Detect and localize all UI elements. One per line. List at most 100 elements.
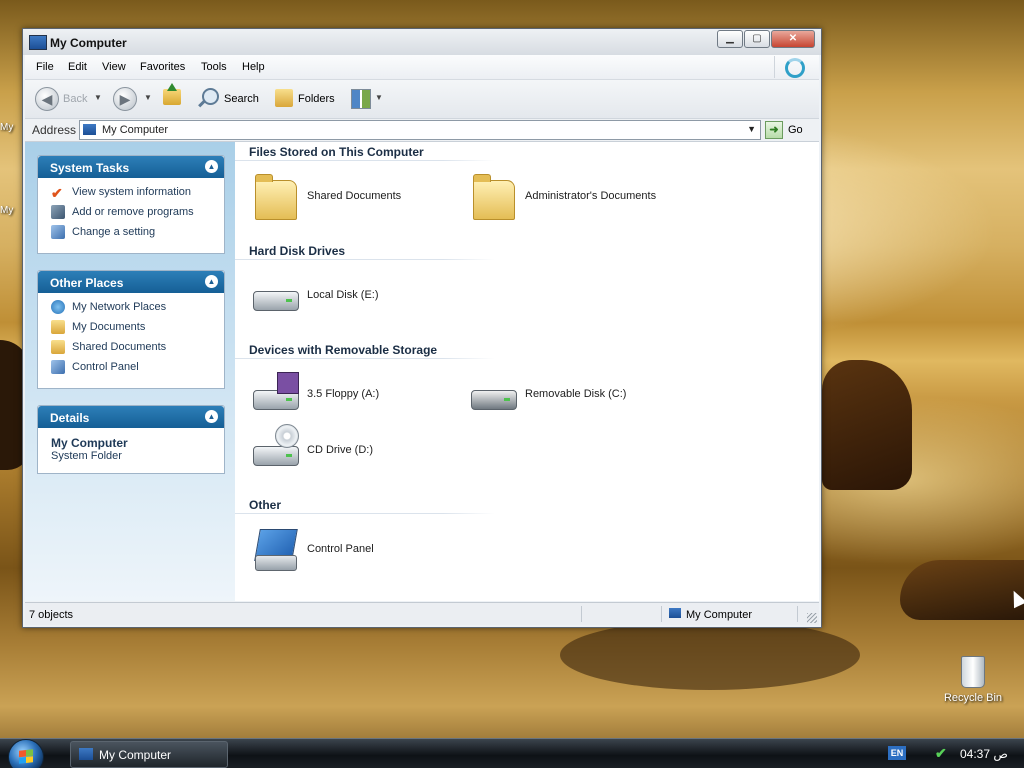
place-label: My Documents [72,321,146,333]
control-panel-icon [51,360,65,374]
collapse-icon[interactable]: ▲ [205,160,218,173]
other-places-header[interactable]: Other Places ▲ [38,271,224,293]
go-arrow-icon: ➜ [765,121,783,139]
folder-icon [51,320,65,334]
taskbar-button-label: My Computer [99,748,172,762]
status-bar: 7 objects My Computer [25,602,819,625]
computer-icon [669,608,681,618]
menu-file[interactable]: File [36,61,54,73]
item-administrator-documents[interactable]: Administrator's Documents [469,174,679,224]
item-label: Shared Documents [307,190,402,202]
item-cd-drive-d[interactable]: CD Drive (D:) [251,424,461,478]
programs-icon [51,205,65,219]
my-computer-window: My Computer ▁ ▢ ✕ File Edit View Favorit… [22,28,822,628]
minimize-button[interactable]: ▁ [717,30,743,48]
place-label: Control Panel [72,361,139,373]
status-object-count: 7 objects [29,609,74,621]
place-network-places[interactable]: My Network Places [38,297,224,317]
details-name: My Computer [51,436,128,450]
windows-flag-icon [19,749,33,764]
recycle-bin-desktop-icon[interactable]: Recycle Bin [938,656,1008,704]
menu-bar: File Edit View Favorites Tools Help [25,55,819,80]
item-label: Administrator's Documents [525,190,657,202]
menu-favorites[interactable]: Favorites [140,61,185,73]
system-tasks-box: System Tasks ▲ ✔ View system information… [37,155,225,254]
go-button[interactable]: ➜ Go [765,121,815,139]
details-box: Details ▲ My Computer System Folder [37,405,225,474]
details-header[interactable]: Details ▲ [38,406,224,428]
content-area: Files Stored on This Computer Shared Doc… [235,142,819,601]
search-icon[interactable] [202,88,219,105]
settings-icon [51,225,65,239]
start-button[interactable] [8,739,44,768]
item-local-disk-e[interactable]: Local Disk (E:) [251,273,461,323]
clock[interactable]: 04:37 ص [960,747,1008,761]
place-my-documents[interactable]: My Documents [38,317,224,337]
chevron-down-icon[interactable]: ▼ [747,124,756,134]
address-label: Address [32,123,77,137]
folders-button[interactable]: Folders [298,93,335,105]
desktop-icon-label[interactable]: My [0,122,13,133]
control-panel-icon [251,527,299,575]
item-control-panel[interactable]: Control Panel [251,527,461,577]
address-input[interactable]: My Computer ▼ [79,120,761,140]
task-label: Change a setting [72,226,156,238]
computer-icon [83,124,96,135]
place-label: My Network Places [72,301,167,313]
views-icon[interactable] [351,89,371,109]
task-add-remove-programs[interactable]: Add or remove programs [38,202,224,222]
collapse-icon[interactable]: ▲ [205,275,218,288]
recycle-bin-label: Recycle Bin [943,692,1003,704]
language-indicator[interactable]: EN [888,746,906,760]
system-tasks-header[interactable]: System Tasks ▲ [38,156,224,178]
address-value: My Computer [102,124,169,136]
menu-help[interactable]: Help [242,61,265,73]
forward-arrow-icon[interactable]: ▶ [113,87,137,111]
back-arrow-icon[interactable]: ◀ [35,87,59,111]
place-shared-documents[interactable]: Shared Documents [38,337,224,357]
folder-icon [251,174,299,222]
menu-edit[interactable]: Edit [68,61,87,73]
status-separator [661,606,662,622]
folders-icon[interactable] [275,89,293,107]
up-folder-icon[interactable] [163,83,181,105]
taskbar: My Computer EN ✔ 04:37 ص [0,738,1024,768]
place-control-panel[interactable]: Control Panel [38,357,224,377]
group-divider [235,513,495,514]
item-floppy-a[interactable]: 3.5 Floppy (A:) [251,372,461,422]
group-header-hdd: Hard Disk Drives [249,244,346,258]
desktop-rock-bottom [900,560,1024,620]
security-check-icon[interactable]: ✔ [935,745,951,761]
group-header-other: Other [249,498,282,512]
computer-icon [29,35,47,50]
item-label: Control Panel [307,543,374,555]
task-change-setting[interactable]: Change a setting [38,222,224,242]
item-shared-documents[interactable]: Shared Documents [251,174,461,224]
recycle-bin-icon [961,656,985,688]
network-icon [51,300,65,314]
status-location: My Computer [686,609,753,621]
address-bar: Address My Computer ▼ ➜ Go [25,119,819,142]
menu-view[interactable]: View [102,61,126,73]
task-pane: System Tasks ▲ ✔ View system information… [25,142,235,601]
resize-grip-icon[interactable] [807,613,817,623]
item-removable-disk-c[interactable]: Removable Disk (C:) [469,372,679,422]
group-divider [235,259,495,260]
desktop-icon-label[interactable]: My [0,205,13,216]
group-divider [235,160,495,161]
menu-tools[interactable]: Tools [201,61,227,73]
other-places-box: Other Places ▲ My Network Places My Docu… [37,270,225,389]
maximize-button[interactable]: ▢ [744,30,770,48]
collapse-icon[interactable]: ▲ [205,410,218,423]
task-view-system-info[interactable]: ✔ View system information [38,182,224,202]
checkmark-icon: ✔ [51,185,63,201]
close-button[interactable]: ✕ [771,30,815,48]
group-header-files: Files Stored on This Computer [249,145,424,159]
views-dropdown-icon[interactable]: ▼ [375,93,383,102]
search-button[interactable]: Search [224,93,259,105]
taskbar-button-my-computer[interactable]: My Computer [70,741,228,768]
back-button-label[interactable]: Back [63,93,87,105]
forward-dropdown-icon[interactable]: ▼ [144,93,152,102]
window-titlebar[interactable]: My Computer ▁ ▢ ✕ [23,29,821,55]
back-dropdown-icon[interactable]: ▼ [94,93,102,102]
